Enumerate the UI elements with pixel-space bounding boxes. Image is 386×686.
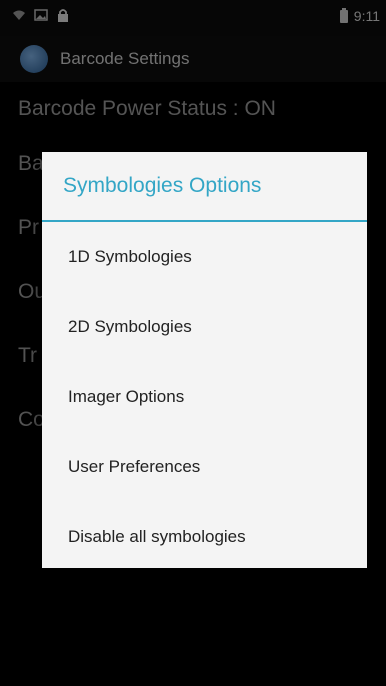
option-user-preferences[interactable]: User Preferences — [42, 432, 367, 502]
option-1d-symbologies[interactable]: 1D Symbologies — [42, 222, 367, 292]
option-disable-all-symbologies[interactable]: Disable all symbologies — [42, 502, 367, 572]
dialog-title: Symbologies Options — [42, 152, 367, 222]
option-imager-options[interactable]: Imager Options — [42, 362, 367, 432]
options-list: 1D Symbologies 2D Symbologies Imager Opt… — [42, 222, 367, 572]
option-2d-symbologies[interactable]: 2D Symbologies — [42, 292, 367, 362]
symbologies-dialog: Symbologies Options 1D Symbologies 2D Sy… — [42, 152, 367, 568]
